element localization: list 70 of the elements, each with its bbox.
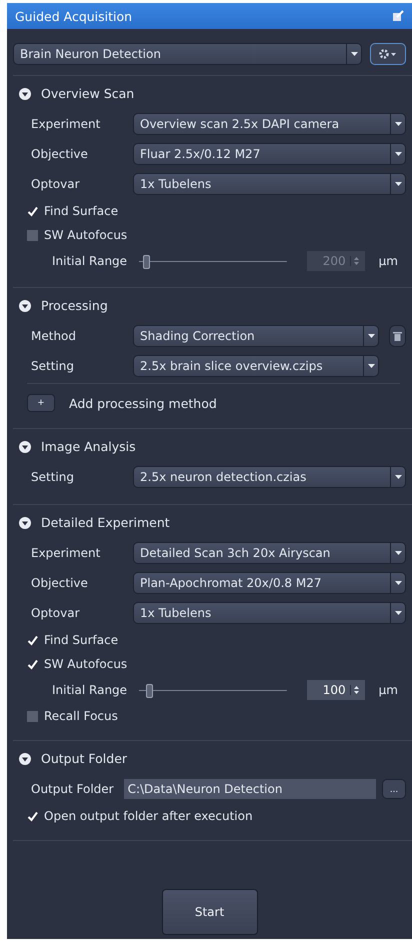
checkbox[interactable]: [27, 634, 38, 646]
spinner-arrows-icon: [354, 256, 360, 266]
chevron-icon[interactable]: [19, 516, 31, 528]
caret-icon: [394, 152, 402, 156]
checkbox-label: Find Surface: [44, 204, 118, 218]
checkbox[interactable]: [27, 230, 38, 240]
checkbox-label: Find Surface: [44, 633, 118, 647]
chevron-icon[interactable]: [19, 440, 31, 452]
spinner-arrows-icon: [354, 685, 360, 695]
field-label: Method: [30, 329, 78, 343]
edit-icon[interactable]: [392, 10, 404, 22]
unit-label: µm: [378, 254, 399, 268]
caret-icon: [394, 551, 402, 555]
dropdown[interactable]: 2.5x brain slice overview.czips: [133, 355, 379, 377]
path-field[interactable]: C:\Data\Neuron Detection: [124, 779, 376, 799]
field-label: Output Folder: [30, 782, 115, 796]
dropdown[interactable]: 2.5x neuron detection.czias: [133, 466, 406, 488]
unit-label: µm: [378, 683, 399, 697]
window-title: Guided Acquisition: [15, 8, 132, 24]
field-label: Objective: [30, 147, 89, 161]
caret-icon: [394, 475, 402, 479]
preset-dropdown[interactable]: Brain Neuron Detection: [13, 43, 362, 65]
caret-icon: [394, 611, 402, 615]
checkbox-label: SW Autofocus: [44, 657, 128, 671]
chevron-icon[interactable]: [19, 88, 31, 100]
caret-icon: [394, 581, 402, 585]
settings-button[interactable]: [370, 43, 406, 65]
delete-button[interactable]: [389, 325, 406, 347]
add-button[interactable]: +: [27, 394, 55, 412]
slider-label: Initial Range: [52, 254, 128, 268]
browse-button[interactable]: ...: [382, 779, 406, 799]
field-label: Setting: [30, 470, 75, 484]
dropdown[interactable]: Overview scan 2.5x DAPI camera: [133, 113, 406, 135]
dropdown[interactable]: 1x Tubelens: [133, 173, 406, 195]
dropdown[interactable]: 1x Tubelens: [133, 602, 406, 624]
field-label: Setting: [30, 359, 75, 373]
field-label: Experiment: [30, 546, 102, 560]
dropdown[interactable]: Plan-Apochromat 20x/0.8 M27: [133, 572, 406, 594]
checkbox[interactable]: [27, 206, 38, 216]
caret-icon: [394, 182, 402, 186]
checkbox[interactable]: [27, 710, 38, 722]
checkbox-label: Recall Focus: [44, 709, 118, 723]
trash-icon: [393, 331, 402, 341]
checkbox-label: Open output folder after execution: [44, 809, 253, 823]
section-title: Output Folder: [41, 751, 128, 766]
checkbox[interactable]: [27, 810, 38, 822]
section-title: Processing: [41, 298, 108, 313]
checkbox[interactable]: [27, 658, 38, 670]
slider-label: Initial Range: [52, 683, 128, 697]
gear-icon: [378, 48, 398, 60]
chevron-icon[interactable]: [19, 300, 31, 312]
caret-icon: [368, 334, 374, 338]
field-label: Objective: [30, 576, 89, 590]
caret-icon: [394, 122, 402, 126]
number-field[interactable]: 100: [306, 680, 365, 700]
field-label: Experiment: [30, 117, 102, 131]
section-title: Image Analysis: [41, 439, 136, 454]
field-label: Optovar: [30, 177, 80, 191]
dropdown[interactable]: Fluar 2.5x/0.12 M27: [133, 143, 406, 165]
section-title: Detailed Experiment: [41, 515, 170, 530]
section-title: Overview Scan: [41, 86, 134, 101]
field-label: Optovar: [30, 606, 80, 620]
dropdown[interactable]: Detailed Scan 3ch 20x Airyscan: [133, 542, 406, 564]
start-button[interactable]: Start: [162, 889, 258, 935]
caret-icon: [350, 52, 358, 56]
dropdown[interactable]: Shading Correction: [133, 325, 379, 347]
chevron-icon[interactable]: [19, 752, 31, 764]
add-method-label: Add processing method: [69, 396, 217, 410]
checkbox-label: SW Autofocus: [44, 228, 128, 242]
caret-icon: [368, 364, 374, 368]
